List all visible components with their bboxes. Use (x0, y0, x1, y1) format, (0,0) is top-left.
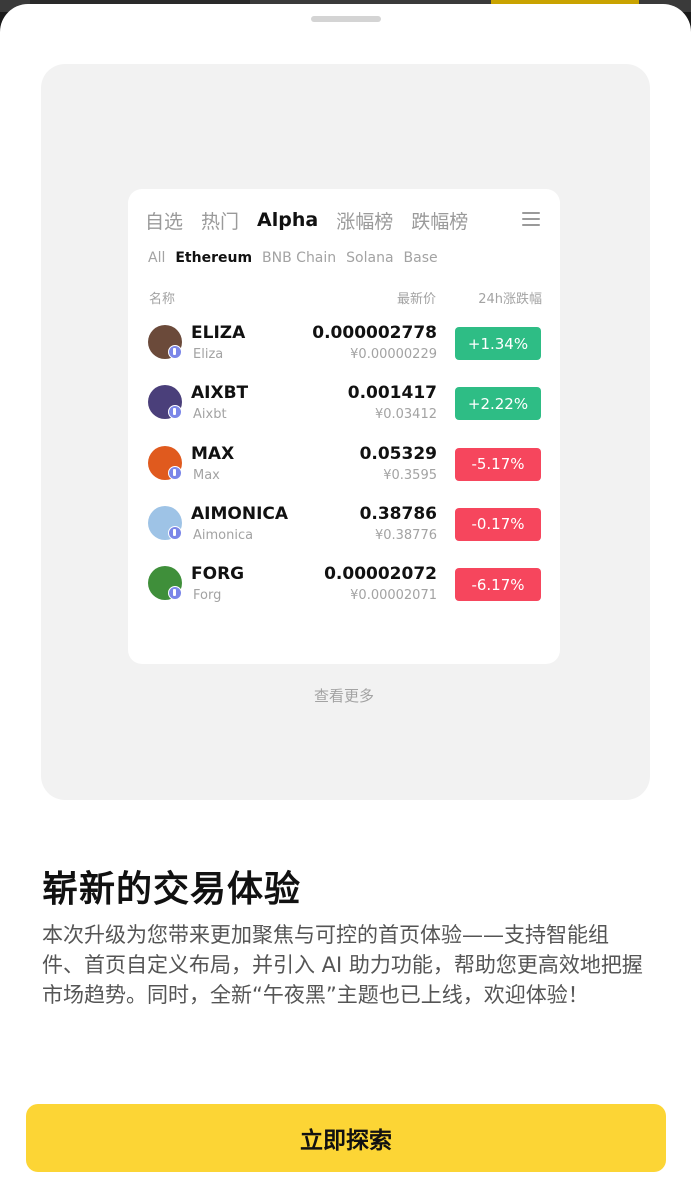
token-symbol: FORG (191, 564, 245, 585)
chain-filter-1: Ethereum (175, 250, 253, 266)
token-price-cny: ¥0.00000229 (350, 347, 437, 362)
token-price-cny: ¥0.03412 (374, 407, 437, 423)
token-name: Aimonica (193, 527, 254, 543)
chain-filter-4: Base (403, 250, 438, 266)
ethereum-icon (168, 586, 182, 601)
column-header-name: 名称 (149, 292, 176, 307)
modal-description: 本次升级为您带来更加聚焦与可控的首页体验——支持智能组件、首页自定义布局，并引入… (42, 923, 643, 1007)
ethereum-icon (168, 345, 182, 359)
token-name: Aixbt (193, 407, 227, 423)
token-price-cny: ¥0.3595 (383, 467, 437, 483)
change-badge: +2.22% (455, 387, 541, 421)
token-symbol: ELIZA (191, 323, 246, 343)
token-name: Forg (193, 588, 222, 604)
sheet-grabber[interactable] (311, 16, 381, 22)
chain-filter-2: BNB Chain (262, 250, 337, 266)
tab-0: 自选 (145, 210, 184, 233)
tab-1: 热门 (201, 210, 240, 233)
change-badge: -0.17% (455, 507, 541, 541)
token-row: FORG Forg 0.00002072 ¥0.00002071 -6.17% (128, 558, 560, 608)
column-header-price: 最新价 (396, 292, 436, 307)
token-symbol: AIMONICA (191, 503, 289, 524)
token-price-cny: ¥0.38776 (374, 527, 437, 543)
token-row: ELIZA Eliza 0.000002778 ¥0.00000229 +1.34% (128, 317, 560, 367)
token-name: Eliza (193, 347, 224, 362)
token-row: AIMONICA Aimonica 0.38786 ¥0.38776 -0.17% (128, 498, 560, 548)
market-card-preview: 自选 热门 Alpha 涨幅榜 跌幅榜 All Ethereum BNB Chain Sola… (128, 189, 560, 705)
token-price: 0.000002778 (312, 323, 437, 343)
token-name: Max (193, 467, 220, 483)
tab-2: Alpha (257, 209, 319, 231)
bottom-sheet: 自选 热门 Alpha 涨幅榜 跌幅榜 All Ethereum BNB Chain Sola… (0, 4, 691, 1199)
change-badge: -6.17% (455, 568, 541, 602)
chain-filter-3: Solana (346, 250, 394, 266)
tab-3: 涨幅榜 (336, 210, 394, 233)
token-price: 0.05329 (359, 443, 437, 464)
token-symbol: AIXBT (191, 383, 249, 404)
ethereum-icon (168, 465, 182, 480)
chain-filter: All Ethereum BNB Chain Solana Base (148, 250, 448, 266)
see-more-link: 查看更多 (313, 687, 374, 705)
token-row: AIXBT Aixbt 0.001417 ¥0.03412 +2.22% (128, 377, 560, 427)
token-price-cny: ¥0.00002071 (350, 588, 437, 604)
token-price: 0.00002072 (324, 564, 437, 585)
tab-4: 跌幅榜 (411, 210, 469, 233)
explore-now-button[interactable]: 立即探索 (26, 1104, 666, 1172)
hamburger-menu-icon (522, 212, 540, 226)
feature-preview: 自选 热门 Alpha 涨幅榜 跌幅榜 All Ethereum BNB Chain Sola… (41, 64, 650, 800)
token-row: MAX Max 0.05329 ¥0.3595 -5.17% (128, 438, 560, 488)
chain-filter-0: All (148, 250, 166, 266)
column-header-change: 24h涨跌幅 (478, 292, 542, 307)
token-price: 0.38786 (359, 503, 437, 524)
token-price: 0.001417 (347, 383, 437, 404)
change-badge: +1.34% (455, 327, 541, 360)
modal-title: 崭新的交易体验 (42, 869, 302, 910)
ethereum-icon (168, 525, 182, 540)
token-symbol: MAX (191, 443, 235, 464)
ethereum-icon (168, 405, 182, 420)
market-tabs: 自选 热门 Alpha 涨幅榜 跌幅榜 (145, 205, 486, 235)
change-badge: -5.17% (455, 447, 541, 481)
